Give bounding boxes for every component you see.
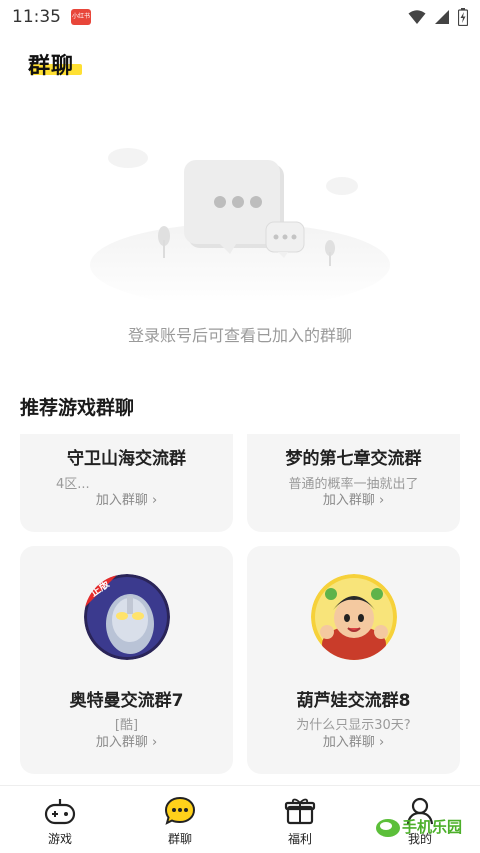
- page-title: 群聊: [28, 54, 75, 79]
- nav-item-welfare[interactable]: 福利: [240, 786, 360, 853]
- battery-charging-icon: [458, 8, 468, 26]
- join-group-button[interactable]: 加入群聊 ›: [247, 731, 460, 750]
- watermark-text: 手机乐园: [402, 818, 462, 836]
- page-title-wrap: 群聊: [28, 48, 82, 80]
- nav-label: 群聊: [167, 832, 192, 846]
- nav-label: 游戏: [47, 832, 72, 846]
- nav-item-group-chat[interactable]: 群聊: [120, 786, 240, 853]
- group-card[interactable]: 正版 奥特曼交流群7 [酷] 加入群聊 ›: [20, 546, 233, 774]
- empty-state-message: 登录账号后可查看已加入的群聊: [127, 326, 352, 345]
- status-bar: 11:35 小红书: [0, 0, 480, 34]
- signal-icon: [435, 10, 449, 24]
- gift-icon: [284, 798, 316, 825]
- watermark-logo: 手机乐园: [376, 818, 462, 837]
- group-card[interactable]: 守卫山海交流群 4区... 加入群聊 ›: [20, 434, 233, 532]
- empty-chat-illustration: [90, 148, 390, 300]
- gamepad-icon: [44, 799, 76, 825]
- group-name: 守卫山海交流群: [67, 449, 186, 469]
- group-card[interactable]: 葫芦娃交流群8 为什么只显示30天? 加入群聊 ›: [247, 546, 460, 774]
- group-avatar: [310, 574, 397, 660]
- chat-bubble-icon: [164, 796, 196, 825]
- status-time: 11:35: [12, 7, 61, 27]
- status-icons: [408, 8, 468, 26]
- section-title: 推荐游戏群聊: [20, 397, 135, 419]
- join-group-button[interactable]: 加入群聊 ›: [20, 731, 233, 750]
- group-avatar: 正版: [83, 574, 170, 660]
- notification-app-icon: 小红书: [71, 9, 91, 25]
- group-name: 奥特曼交流群7: [69, 691, 184, 711]
- join-group-button[interactable]: 加入群聊 ›: [247, 489, 460, 508]
- wifi-icon: [408, 10, 426, 24]
- group-name: 葫芦娃交流群8: [296, 691, 411, 711]
- group-card[interactable]: 梦的第七章交流群 普通的概率一抽就出了 加入群聊 ›: [247, 434, 460, 532]
- group-name: 梦的第七章交流群: [285, 449, 422, 469]
- nav-label: 福利: [287, 832, 312, 846]
- nav-item-games[interactable]: 游戏: [0, 786, 120, 853]
- join-group-button[interactable]: 加入群聊 ›: [20, 489, 233, 508]
